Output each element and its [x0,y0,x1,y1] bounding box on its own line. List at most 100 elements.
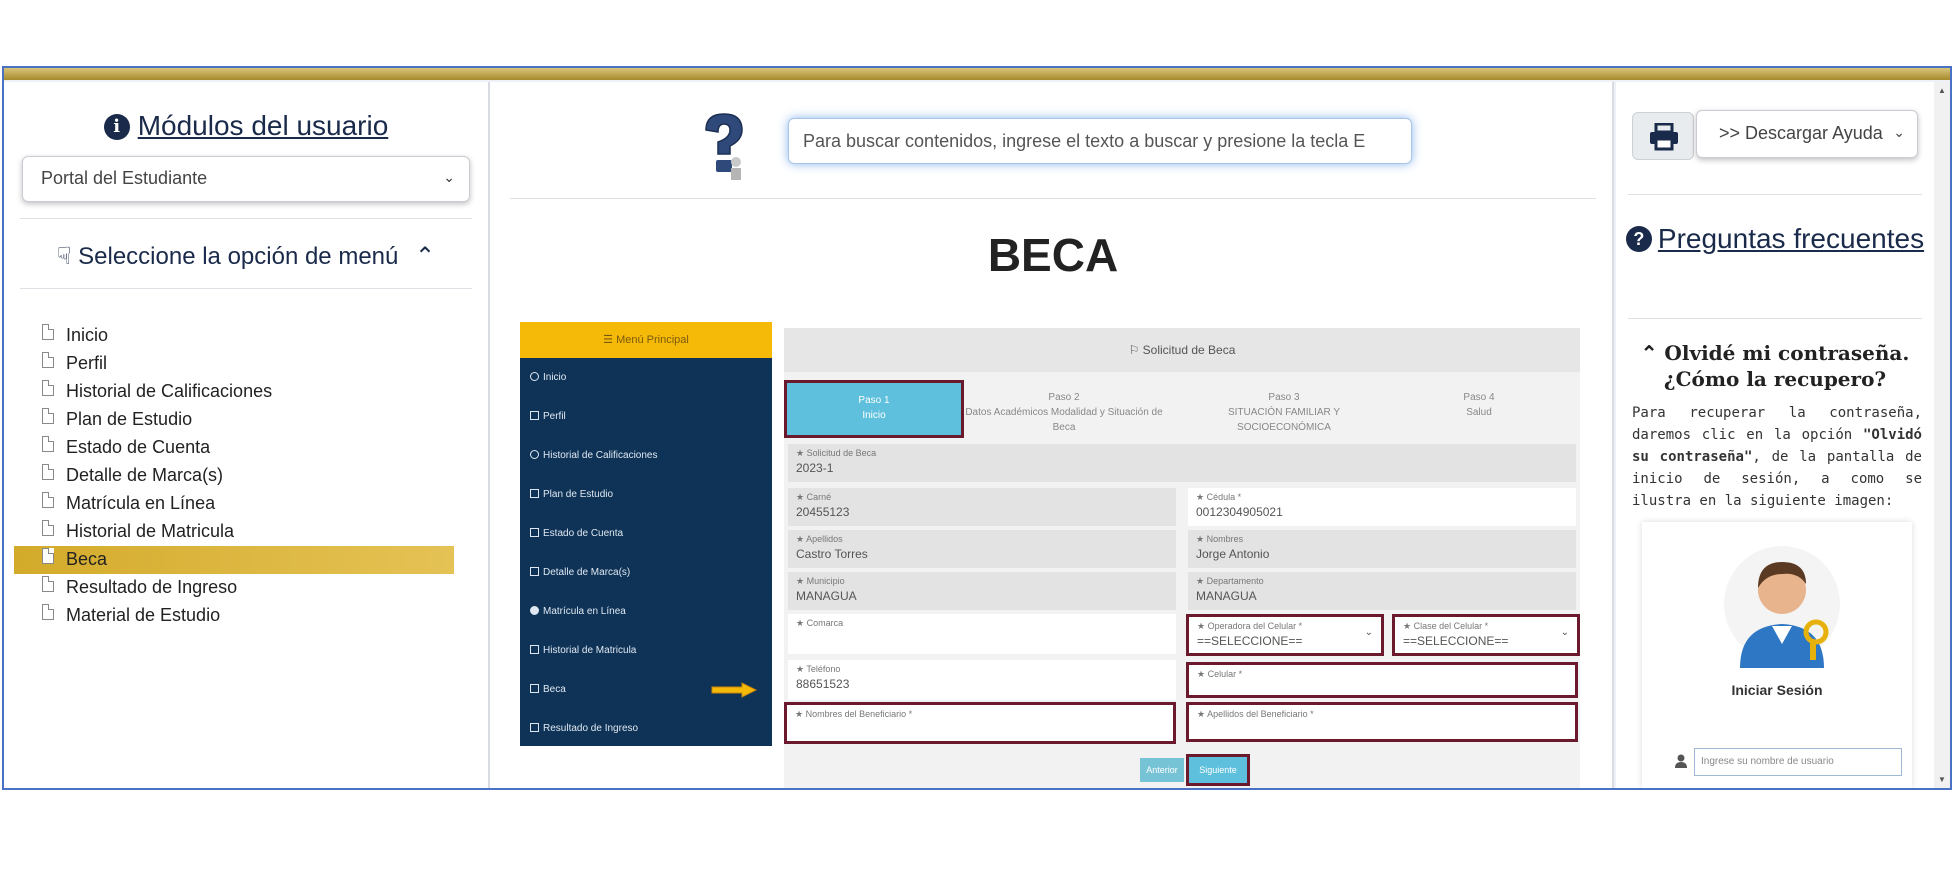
forgot-password-answer: Para recuperar la contraseña, daremos cl… [1632,402,1922,512]
field-value: Jorge Antonio [1196,547,1270,561]
chevron-double-up-icon: ⌃ [415,243,436,270]
step-label: Paso 3 [1268,392,1300,403]
nombres-beneficiario-input[interactable]: ★ Nombres del Beneficiario * [784,702,1176,744]
question-circle-icon: ? [1625,226,1652,252]
step-sub: Inicio [862,410,886,421]
portal-select-value: Portal del Estudiante [41,168,208,188]
chevron-down-icon: ⌄ [1364,627,1373,638]
field-comarca[interactable]: ★ Comarca [788,614,1176,654]
document-icon [42,324,54,340]
menu-heading[interactable]: ☟ Seleccione la opción de menú ⌃ [4,242,488,271]
forgot-password-question[interactable]: ⌃ Olvidé mi contraseña. ¿Cómo la recuper… [1624,340,1926,392]
step-sub: Salud [1466,407,1492,418]
document-icon [42,492,54,508]
document-icon [42,436,54,452]
login-illustration: Iniciar Sesión Ingrese su nombre de usua… [1642,522,1912,788]
apellidos-beneficiario-input[interactable]: ★ Apellidos del Beneficiario * [1186,702,1578,742]
shot-menu-item[interactable]: Resultado de Ingreso [520,709,772,748]
shot-menu-item[interactable]: Inicio [520,358,772,397]
menu-item-resultado-ingreso[interactable]: Resultado de Ingreso [40,574,454,602]
step-sub: Datos Académicos Modalidad y Situación d… [965,407,1163,433]
shot-sidebar: ☰ Menú Principal Inicio Perfil Historial… [520,322,772,746]
previous-button[interactable]: Anterior [1140,758,1184,782]
menu-item-perfil[interactable]: Perfil [40,350,454,378]
next-button[interactable]: Siguiente [1186,754,1250,786]
step-3[interactable]: Paso 3 SITUACIÓN FAMILIAR Y SOCIOECONÓMIC… [1184,380,1384,438]
field-value: 0012304905021 [1196,505,1283,519]
field-carne: ★ Carné 20455123 [788,488,1176,526]
field-value: 88651523 [796,677,850,691]
shot-menu-item[interactable]: Matrícula en Línea [520,592,772,631]
user-icon [1675,754,1687,768]
document-icon [42,380,54,396]
field-telefono[interactable]: ★ Teléfono 88651523 [788,660,1176,700]
divider [1628,318,1922,319]
page-title: BECA [987,229,1119,281]
file-icon [530,567,539,576]
embedded-screenshot: ☰ Menú Principal Inicio Perfil Historial… [520,322,1586,788]
menu-item-detalle-marcas[interactable]: Detalle de Marca(s) [40,462,454,490]
shot-menu-item[interactable]: Plan de Estudio [520,475,772,514]
document-icon [42,604,54,620]
shot-menu-item[interactable]: Estado de Cuenta [520,514,772,553]
field-label: Comarca [806,618,844,628]
document-icon [42,548,54,564]
table-icon [530,645,539,654]
celular-input[interactable]: ★ Celular * [1186,662,1578,698]
menu-lines-icon: ☰ [603,334,617,346]
shot-menu-head-label: Menú Principal [616,334,689,346]
divider [20,218,472,219]
step-4[interactable]: Paso 4 Salud [1384,380,1574,438]
document-icon [42,464,54,480]
clock-icon [530,450,539,459]
shot-panel-title: Solicitud de Beca [1142,343,1236,357]
scroll-down-icon[interactable]: ▼ [1938,775,1946,784]
shot-steps: Paso 1 Inicio Paso 2 Datos Académicos Moda… [784,380,1580,438]
menu-item-label: Plan de Estudio [66,409,193,429]
field-apellidos: ★ Apellidos Castro Torres [788,530,1176,568]
menu-item-matricula-linea[interactable]: Matrícula en Línea [40,490,454,518]
portal-select[interactable]: Portal del Estudiante ⌄ [22,156,470,202]
right-panel: >> Descargar Ayuda ⌄ ? Preguntas frecuent… [1616,82,1934,788]
menu-item-estado-cuenta[interactable]: Estado de Cuenta [40,434,454,462]
menu-item-inicio[interactable]: Inicio [40,322,454,350]
document-icon [42,520,54,536]
shot-menu-item-label: Inicio [543,372,567,383]
download-help-select[interactable]: >> Descargar Ayuda ⌄ [1696,110,1918,158]
clase-select[interactable]: ★ Clase del Celular * ==SELECCIONE== ⌄ [1392,614,1580,656]
menu-item-beca[interactable]: Beca [14,546,454,574]
field-nombres: ★ Nombres Jorge Antonio [1188,530,1576,568]
username-input[interactable]: Ingrese su nombre de usuario [1694,748,1902,776]
shot-menu-item[interactable]: Perfil [520,397,772,436]
field-label: Teléfono [806,664,841,674]
operadora-select[interactable]: ★ Operadora del Celular * ==SELECCIONE== ⌄ [1186,614,1384,656]
step-1[interactable]: Paso 1 Inicio [784,380,964,438]
shot-menu-item[interactable]: Historial de Matricula [520,631,772,670]
shot-menu-item[interactable]: Beca [520,670,772,709]
folder-icon [530,528,539,537]
field-label: Celular * [1207,669,1243,679]
menu-item-historial-calificaciones[interactable]: Historial de Calificaciones [40,378,454,406]
shot-menu-item[interactable]: Detalle de Marca(s) [520,553,772,592]
chevron-down-icon: ⌄ [1893,124,1905,140]
faq-title[interactable]: ? Preguntas frecuentes [1616,222,1934,256]
menu-item-historial-matricula[interactable]: Historial de Matricula [40,518,454,546]
shot-menu-item[interactable]: Historial de Calificaciones [520,436,772,475]
modules-title-label[interactable]: Módulos del usuario [138,110,389,141]
field-cedula[interactable]: ★ Cédula * 0012304905021 [1188,488,1576,526]
scrollbar[interactable]: ▲ ▼ [1934,82,1950,788]
search-input[interactable]: Para buscar contenidos, ingrese el texto… [788,118,1412,164]
document-icon [42,576,54,592]
menu-item-plan-estudio[interactable]: Plan de Estudio [40,406,454,434]
scroll-up-icon[interactable]: ▲ [1938,86,1946,95]
shot-menu-item-label: Plan de Estudio [543,489,614,500]
shot-form-panel: ⚐ Solicitud de Beca Paso 1 Inicio Paso 2 D… [784,328,1580,788]
menu-item-label: Beca [66,549,108,569]
left-panel: i Módulos del usuario Portal del Estudian… [4,82,488,788]
print-button[interactable] [1632,112,1694,160]
shot-menu-item-label: Estado de Cuenta [543,528,624,539]
menu-item-material-estudio[interactable]: Material de Estudio [40,602,454,630]
top-gold-bar [4,68,1950,80]
menu-item-label: Historial de Matricula [66,521,235,541]
step-2[interactable]: Paso 2 Datos Académicos Modalidad y Situa… [964,380,1164,438]
